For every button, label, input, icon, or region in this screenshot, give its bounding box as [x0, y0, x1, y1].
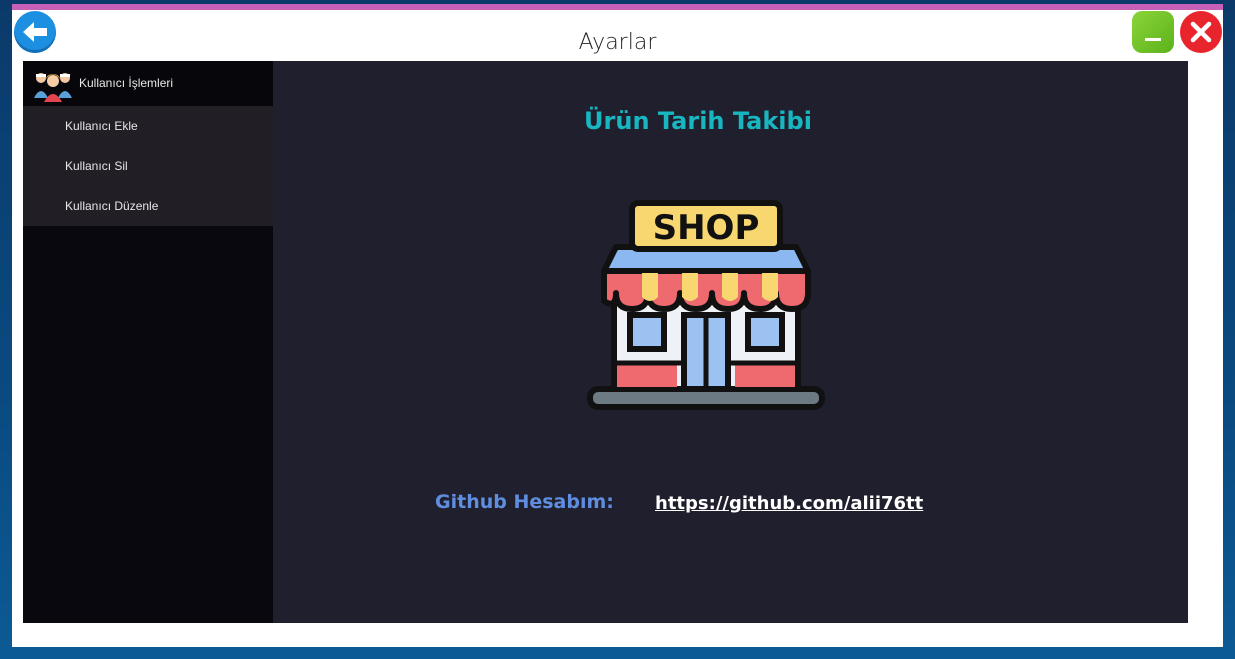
- github-link[interactable]: https://github.com/alii76tt: [655, 493, 923, 514]
- shop-sign-text: SHOP: [653, 208, 760, 248]
- minimize-icon: [1145, 38, 1161, 41]
- app-title: Ürün Tarih Takibi: [584, 107, 812, 135]
- close-button[interactable]: [1180, 11, 1222, 53]
- sidebar-item-delete-user[interactable]: Kullanıcı Sil: [23, 146, 273, 186]
- sidebar: Kullanıcı İşlemleri Kullanıcı Ekle Kulla…: [23, 61, 273, 623]
- window-accent-bar: [12, 4, 1223, 10]
- main-panel: Ürün Tarih Takibi SHOP Github Hesabım: h…: [273, 61, 1188, 623]
- sidebar-item-add-user[interactable]: Kullanıcı Ekle: [23, 106, 273, 146]
- sidebar-header-label: Kullanıcı İşlemleri: [79, 76, 174, 90]
- window-title: Ayarlar: [578, 30, 657, 55]
- close-icon: [1190, 21, 1212, 43]
- users-group-icon: [34, 73, 72, 102]
- github-label: Github Hesabım:: [435, 491, 614, 513]
- sidebar-item-edit-user[interactable]: Kullanıcı Düzenle: [23, 186, 273, 226]
- user-submenu: Kullanıcı Ekle Kullanıcı Sil Kullanıcı D…: [23, 106, 273, 226]
- minimize-button[interactable]: [1132, 11, 1174, 53]
- shop-icon: SHOP: [587, 200, 825, 410]
- sidebar-header-user-operations[interactable]: Kullanıcı İşlemleri: [23, 61, 273, 106]
